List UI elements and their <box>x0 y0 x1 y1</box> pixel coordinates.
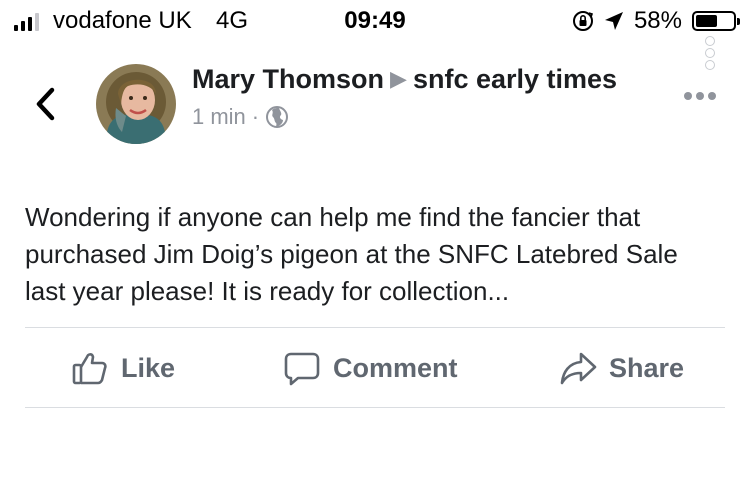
globe-icon <box>266 106 289 128</box>
share-arrow-icon <box>560 352 597 385</box>
rotation-lock-icon <box>572 11 593 31</box>
more-options-icon[interactable] <box>684 92 716 100</box>
battery-percent: 58% <box>633 7 682 34</box>
meta-separator: · <box>251 104 260 129</box>
status-icons: 58% <box>572 7 740 35</box>
battery-icon <box>692 11 740 31</box>
location-arrow-icon <box>604 12 623 30</box>
thumbs-up-icon <box>72 353 107 385</box>
post-title: Mary Thomson ▶ snfc early times <box>192 62 672 96</box>
divider-top <box>25 327 725 328</box>
back-chevron-icon[interactable] <box>30 84 62 124</box>
author-name[interactable]: Mary Thomson <box>192 64 384 94</box>
post-text: Wondering if anyone can help me find the… <box>25 202 678 306</box>
comment-label: Comment <box>333 352 458 383</box>
status-bar: vodafone UK 4G 09:49 58% <box>0 0 750 42</box>
like-button[interactable]: Like <box>71 329 175 407</box>
action-bar: Like Comment Share <box>25 329 725 407</box>
like-label: Like <box>121 352 176 383</box>
share-button[interactable]: Share <box>559 329 684 407</box>
post-meta: 1 min · <box>192 104 672 130</box>
scroll-indicator <box>705 36 715 70</box>
comment-button[interactable]: Comment <box>283 329 458 407</box>
triangle-right-icon: ▶ <box>390 66 407 91</box>
divider-bottom <box>25 407 725 408</box>
post-header: Mary Thomson ▶ snfc early times 1 min · <box>192 62 672 130</box>
post-timestamp[interactable]: 1 min <box>192 104 246 130</box>
comment-icon <box>284 352 320 386</box>
share-label: Share <box>609 352 685 383</box>
avatar[interactable] <box>96 64 176 144</box>
group-name[interactable]: snfc early times <box>413 64 617 94</box>
